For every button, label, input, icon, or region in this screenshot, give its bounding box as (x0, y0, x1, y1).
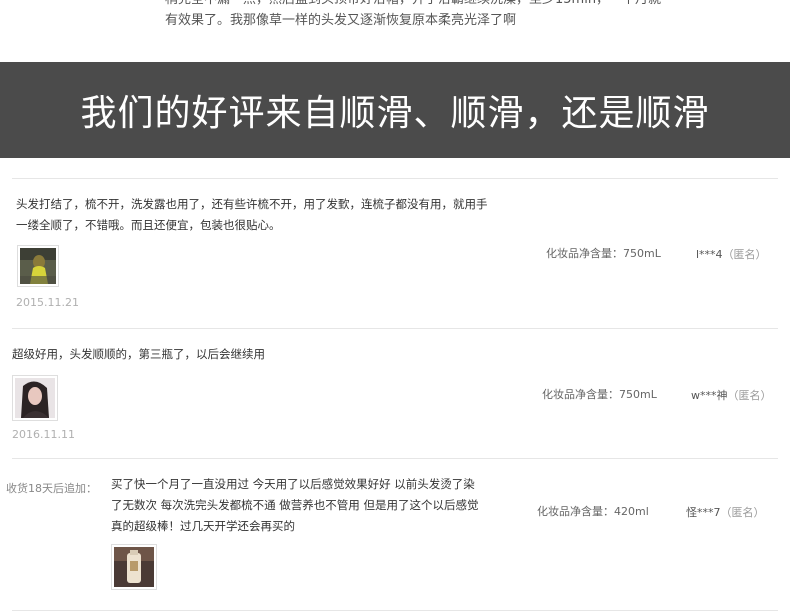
divider (12, 328, 778, 329)
review-3-username: 怪***7 (686, 506, 721, 519)
review-3-photo-image (114, 547, 154, 587)
review-1-line-2: 一缕全顺了，不错哦。而且还便宜，包装也很贴心。 (16, 218, 281, 232)
divider (12, 610, 778, 611)
review-2-line-1: 超级好用，头发顺顺的，第三瓶了，以后会继续用 (12, 347, 265, 361)
previous-review-line-2: 有效果了。我那像草一样的头发又逐渐恢复原本柔亮光泽了啊 (165, 13, 517, 28)
review-1-date: 2015.11.21 (16, 296, 79, 309)
previous-review-text: 梢完全不漏一点，然后盘到头顶带好浴帽，开了浴霸继续洗澡，至少15min，一个月就… (165, 0, 725, 31)
review-1-photo-image (20, 248, 56, 284)
review-1-username: l***4 (696, 248, 723, 261)
divider (12, 458, 778, 459)
reviews-banner: 我们的好评来自顺滑、顺滑，还是顺滑 (0, 62, 790, 158)
review-1-anon: （匿名） (722, 248, 767, 261)
review-2-date: 2016.11.11 (12, 428, 75, 441)
divider (12, 178, 778, 179)
review-1-user: l***4（匿名） (696, 246, 767, 262)
review-3-spec: 化妆品净含量：420ml (537, 505, 649, 518)
review-3-text: 买了快一个月了一直没用过 今天用了以后感觉效果好好 以前头发烫了染 了无数次 每… (111, 474, 511, 537)
review-3-anon: （匿名） (720, 506, 765, 519)
review-1-text: 头发打结了，梳不开，洗发露也用了，还有些许梳不开，用了发歅，连梳子都没有用，就用… (16, 194, 526, 236)
review-2-photo[interactable] (12, 375, 58, 421)
review-2-username: w***神 (691, 389, 728, 402)
review-3-photo[interactable] (111, 544, 157, 590)
review-3-line-1: 买了快一个月了一直没用过 今天用了以后感觉效果好好 以前头发烫了染 (111, 477, 475, 491)
review-2-anon: （匿名） (727, 389, 772, 402)
review-2-user: w***神（匿名） (691, 387, 772, 403)
review-2-photo-image (15, 378, 55, 418)
review-1-spec: 化妆品净含量：750mL (546, 247, 661, 260)
review-1-photo[interactable] (17, 245, 59, 287)
review-1-line-1: 头发打结了，梳不开，洗发露也用了，还有些许梳不开，用了发歅，连梳子都没有用，就用… (16, 197, 488, 211)
review-2-text: 超级好用，头发顺顺的，第三瓶了，以后会继续用 (12, 344, 522, 365)
review-3-line-2: 了无数次 每次洗完头发都梳不通 做营养也不管用 但是用了这个以后感觉 (111, 498, 479, 512)
review-3-user: 怪***7（匿名） (686, 504, 765, 520)
previous-review-line-1: 梢完全不漏一点，然后盘到头顶带好浴帽，开了浴霸继续洗澡，至少15min，一个月就 (165, 0, 725, 10)
review-3-line-3: 真的超级棒！过几天开学还会再买的 (111, 519, 295, 533)
followup-label: 收货18天后追加： (6, 482, 97, 495)
banner-title: 我们的好评来自顺滑、顺滑，还是顺滑 (80, 93, 710, 134)
review-2-spec: 化妆品净含量：750mL (542, 388, 657, 401)
